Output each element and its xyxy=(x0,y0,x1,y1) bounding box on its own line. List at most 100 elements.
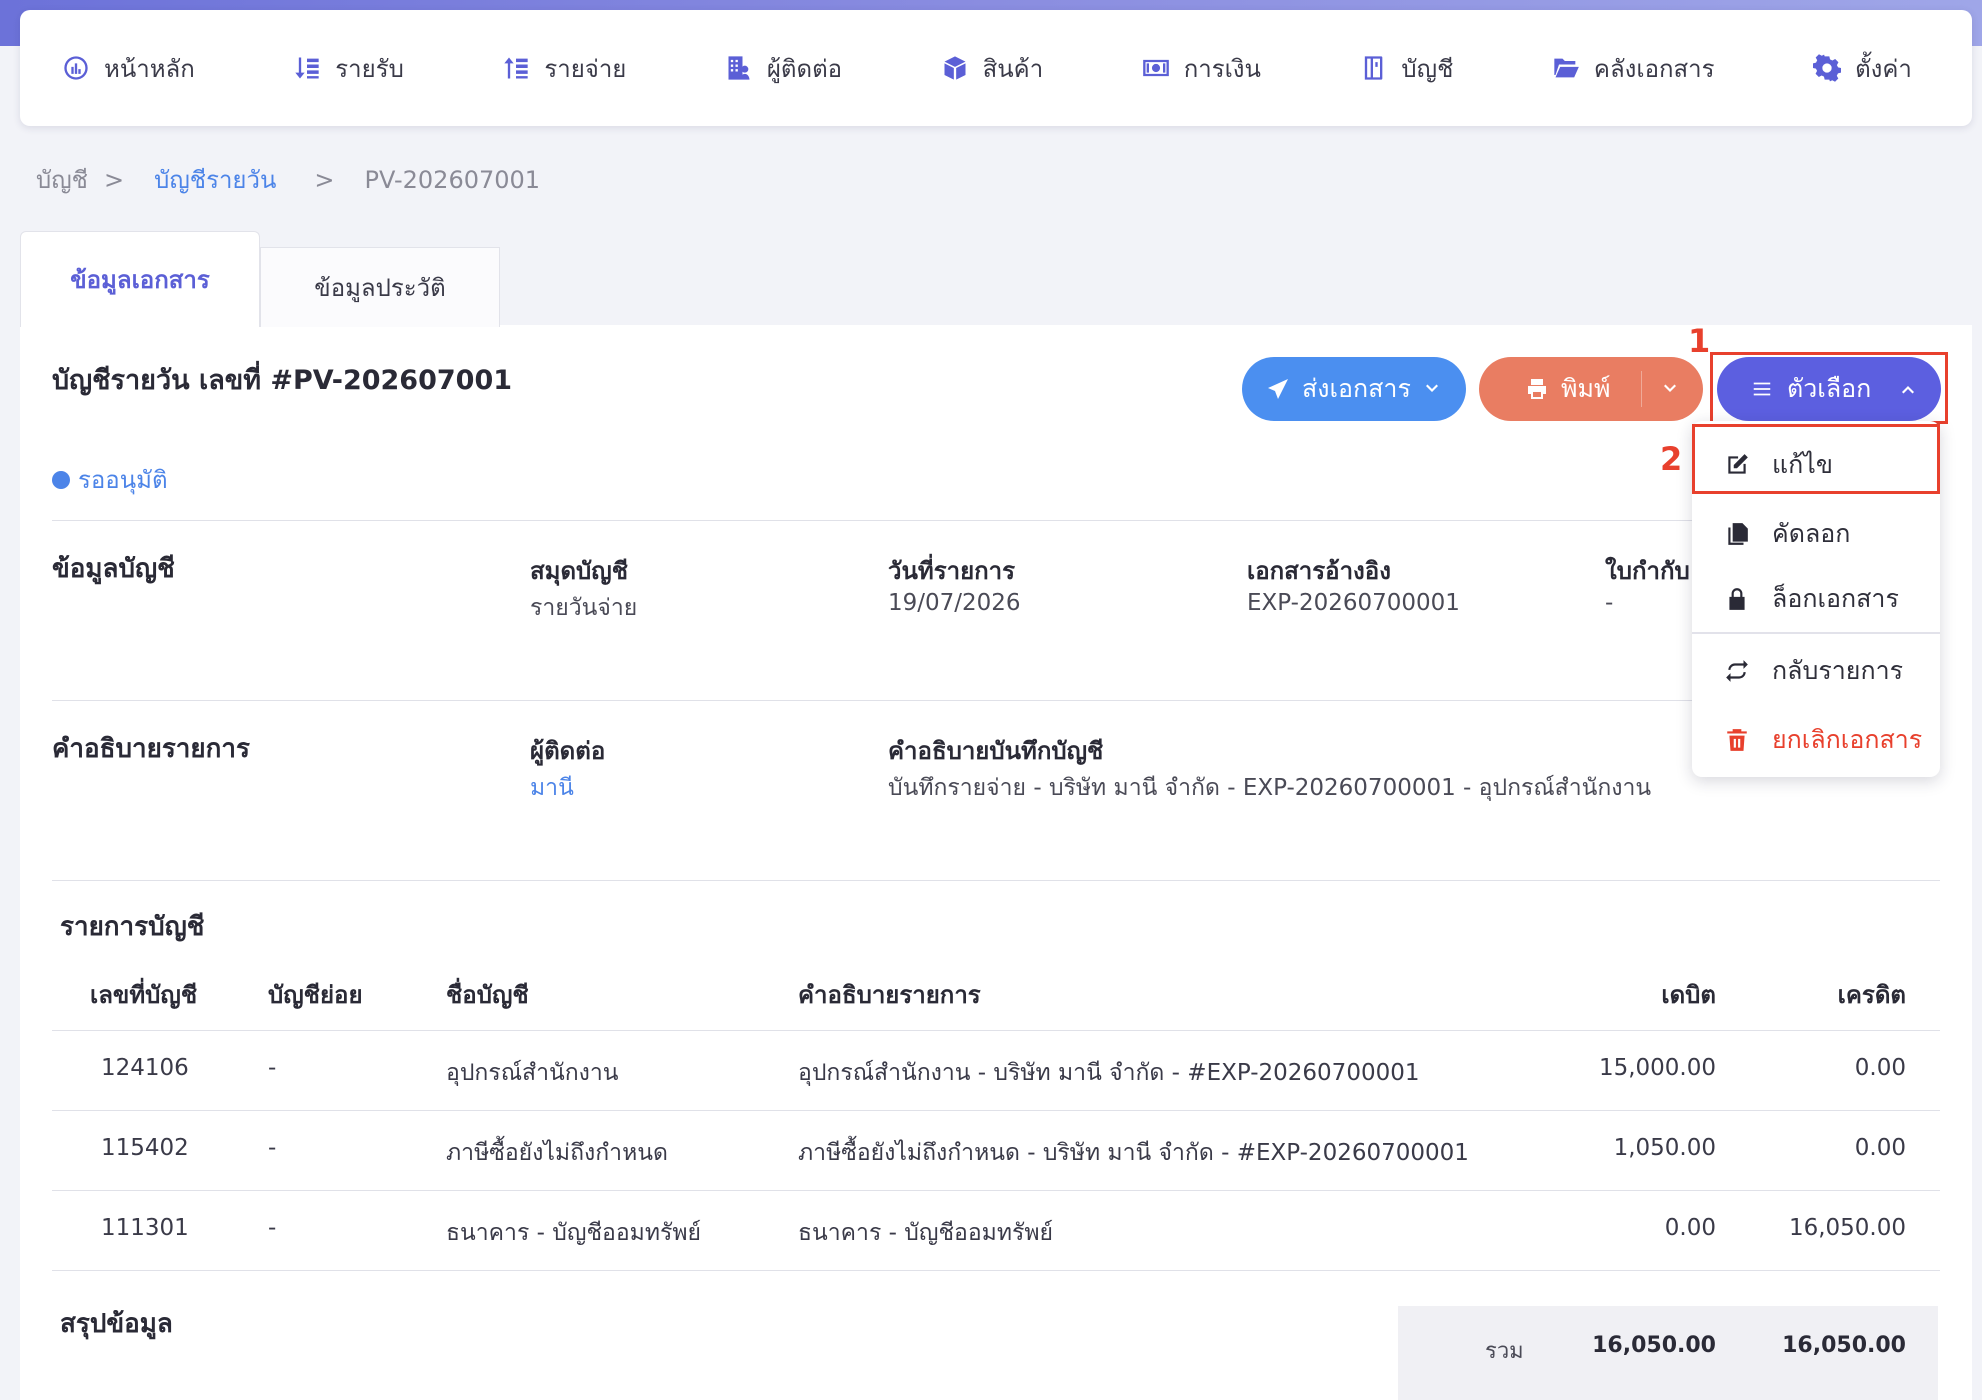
total-credit: 16,050.00 xyxy=(1782,1333,1906,1358)
tax-invoice-value: - xyxy=(1605,590,1614,616)
column-header-debit: เดบิต xyxy=(1661,981,1716,1009)
cell-debit: 15,000.00 xyxy=(1598,1055,1716,1081)
table-row-divider xyxy=(52,1190,1940,1191)
nav-item-documents[interactable]: คลังเอกสาร xyxy=(1552,49,1715,88)
journal-label: สมุดบัญชี xyxy=(530,557,629,585)
breadcrumb-separator: > xyxy=(314,165,335,194)
cell-description: อุปกรณ์สำนักงาน - บริษัท มานี จำกัด - #E… xyxy=(798,1060,1420,1086)
highlight-edit xyxy=(1692,424,1940,494)
cell-credit: 0.00 xyxy=(1854,1055,1906,1081)
send-button-label: ส่งเอกสาร xyxy=(1302,374,1411,403)
menu-item-label: คัดลอก xyxy=(1772,519,1851,548)
income-icon xyxy=(295,57,319,79)
cell-account-name: ธนาคาร - บัญชีออมทรัพย์ xyxy=(446,1220,701,1246)
section-heading-description: คำอธิบายรายการ xyxy=(52,734,250,764)
table-row-divider xyxy=(52,1110,1940,1111)
nav-item-finance[interactable]: การเงิน xyxy=(1142,49,1261,88)
column-header-subaccount: บัญชีย่อย xyxy=(268,981,363,1009)
menu-item-revert[interactable]: กลับรายการ xyxy=(1692,641,1940,701)
tab-document-info[interactable]: ข้อมูลเอกสาร xyxy=(20,231,260,327)
nav-item-expense[interactable]: รายจ่าย xyxy=(502,49,626,88)
nav-label: บัญชี xyxy=(1401,54,1454,83)
trash-icon xyxy=(1727,729,1747,751)
cell-account-code: 124106 xyxy=(101,1055,189,1081)
menu-item-copy[interactable]: คัดลอก xyxy=(1692,504,1940,564)
print-button-label: พิมพ์ xyxy=(1561,374,1611,403)
nav-label: การเงิน xyxy=(1183,54,1261,83)
status-text: รออนุมัติ xyxy=(78,466,168,494)
cell-subaccount: - xyxy=(268,1135,277,1161)
cell-account-name: ภาษีซื้อยังไม่ถึงกำหนด xyxy=(446,1140,668,1166)
cell-debit: 0.00 xyxy=(1664,1215,1716,1241)
section-heading-entries: รายการบัญชี xyxy=(60,912,205,942)
nav-item-products[interactable]: สินค้า xyxy=(941,49,1044,88)
status-badge: รออนุมัติ xyxy=(52,460,168,499)
nav-item-dashboard[interactable]: หน้าหลัก xyxy=(62,49,195,88)
printer-icon xyxy=(1528,379,1546,399)
document-title: บัญชีรายวัน เลขที่ #PV-202607001 xyxy=(52,365,513,396)
contact-link[interactable]: มานี xyxy=(530,770,574,806)
tax-invoice-label: ใบกำกับ xyxy=(1605,557,1690,585)
cell-account-code: 115402 xyxy=(101,1135,189,1161)
annotation-number: 2 xyxy=(1660,440,1683,478)
lock-icon xyxy=(1729,588,1745,610)
menu-item-lock[interactable]: ล็อกเอกสาร xyxy=(1692,569,1940,629)
cell-debit: 1,050.00 xyxy=(1613,1135,1716,1161)
nav-label: ผู้ติดต่อ xyxy=(766,54,843,83)
menu-item-cancel-document[interactable]: ยกเลิกเอกสาร xyxy=(1692,710,1940,770)
cell-account-name: อุปกรณ์สำนักงาน xyxy=(446,1060,619,1086)
date-label: วันที่รายการ xyxy=(888,557,1016,585)
date-value: 19/07/2026 xyxy=(888,590,1021,616)
column-header-credit: เครดิต xyxy=(1837,981,1906,1009)
contacts-icon xyxy=(728,56,750,80)
nav-label: คลังเอกสาร xyxy=(1593,54,1715,83)
contact-label: ผู้ติดต่อ xyxy=(530,737,606,765)
menu-item-label: ล็อกเอกสาร xyxy=(1772,584,1899,613)
divider xyxy=(52,700,1940,701)
paper-plane-icon xyxy=(1268,379,1288,399)
chevron-down-icon[interactable] xyxy=(1661,380,1679,398)
nav-label: ตั้งค่า xyxy=(1855,54,1912,83)
tab-history[interactable]: ข้อมูลประวัติ xyxy=(260,247,500,327)
nav-item-settings[interactable]: ตั้งค่า xyxy=(1813,49,1912,88)
column-header-description: คำอธิบายรายการ xyxy=(798,981,981,1009)
section-heading-summary: สรุปข้อมูล xyxy=(60,1309,173,1339)
nav-label: สินค้า xyxy=(982,54,1044,83)
repeat-arrows-icon xyxy=(1726,660,1748,682)
cell-credit: 0.00 xyxy=(1854,1135,1906,1161)
breadcrumb-current: PV-202607001 xyxy=(364,165,541,194)
ledger-book-icon xyxy=(1365,56,1383,80)
memo-value: บันทึกรายจ่าย - บริษัท มานี จำกัด - EXP-… xyxy=(888,775,1652,801)
reference-label: เอกสารอ้างอิง xyxy=(1247,557,1391,585)
column-header-name: ชื่อบัญชี xyxy=(446,981,529,1009)
nav-item-contacts[interactable]: ผู้ติดต่อ xyxy=(725,49,842,88)
nav-item-income[interactable]: รายรับ xyxy=(293,49,404,88)
breadcrumb-parent[interactable]: บัญชีรายวัน xyxy=(154,160,276,199)
main-nav: หน้าหลัก รายรับ รายจ่าย ผู้ติดต่อ สินค้า… xyxy=(20,10,1972,126)
table-row-divider xyxy=(52,1270,1940,1271)
gear-icon xyxy=(1813,54,1842,82)
journal-value: รายวันจ่าย xyxy=(530,595,638,621)
divider xyxy=(52,880,1940,881)
breadcrumb: บัญชี > บัญชีรายวัน > PV-202607001 xyxy=(36,160,540,199)
menu-divider xyxy=(1692,632,1940,634)
cell-description: ธนาคาร - บัญชีออมทรัพย์ xyxy=(798,1220,1053,1246)
memo-label: คำอธิบายบันทึกบัญชี xyxy=(888,737,1104,765)
menu-item-label: ยกเลิกเอกสาร xyxy=(1772,725,1923,754)
status-dot xyxy=(52,470,70,489)
nav-label: รายรับ xyxy=(335,54,404,83)
highlight-options xyxy=(1710,352,1948,424)
section-heading-account-info: ข้อมูลบัญชี xyxy=(52,554,175,584)
button-divider xyxy=(1641,371,1642,407)
copy-icon xyxy=(1728,523,1748,545)
total-debit: 16,050.00 xyxy=(1592,1333,1716,1358)
dashboard-icon xyxy=(64,56,88,80)
breadcrumb-root[interactable]: บัญชี xyxy=(36,160,88,199)
send-document-button[interactable]: ส่งเอกสาร xyxy=(1242,357,1466,421)
nav-label: รายจ่าย xyxy=(544,54,627,83)
nav-item-accounting[interactable]: บัญชี xyxy=(1359,49,1453,88)
expense-icon xyxy=(504,57,528,79)
chevron-down-icon xyxy=(1425,384,1438,392)
print-button[interactable]: พิมพ์ xyxy=(1479,357,1703,421)
annotation-number: 1 xyxy=(1688,322,1711,360)
